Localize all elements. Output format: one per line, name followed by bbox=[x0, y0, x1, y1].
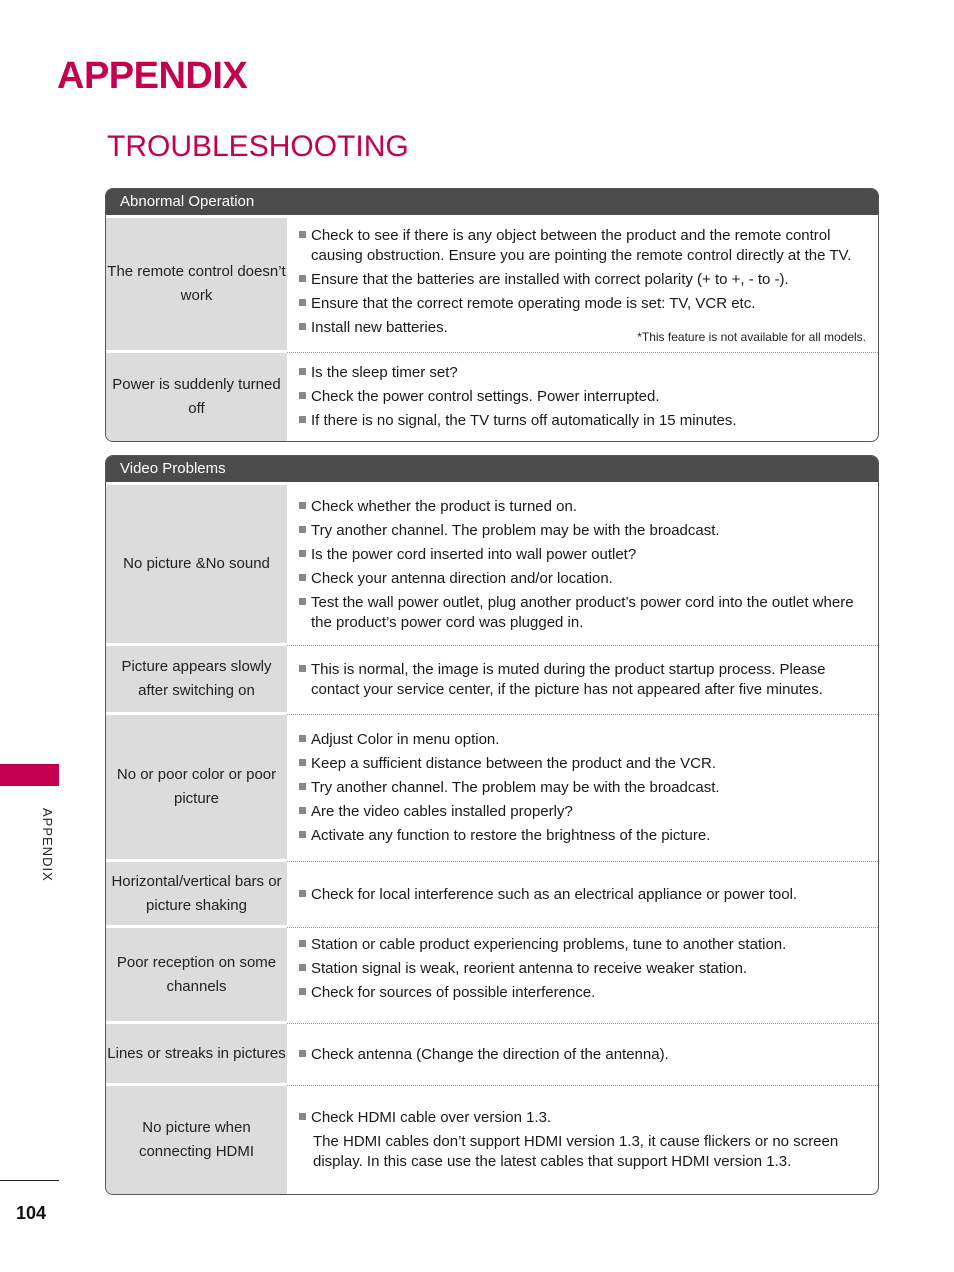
square-bullet-icon bbox=[299, 275, 306, 282]
square-bullet-icon bbox=[299, 526, 306, 533]
footnote: *This feature is not available for all m… bbox=[637, 330, 866, 344]
solution-item: Station signal is weak, reorient antenna… bbox=[299, 959, 868, 979]
square-bullet-icon bbox=[299, 368, 306, 375]
solution-item: Ensure that the batteries are installed … bbox=[299, 270, 868, 290]
solution-item: Adjust Color in menu option. bbox=[299, 730, 868, 750]
table-row: Lines or streaks in pictures Check anten… bbox=[106, 1024, 878, 1086]
video-problems-panel: Video Problems No picture &No sound Chec… bbox=[105, 455, 879, 1195]
square-bullet-icon bbox=[299, 665, 306, 672]
table-row: Poor reception on some channels Station … bbox=[106, 928, 878, 1024]
square-bullet-icon bbox=[299, 889, 306, 897]
square-bullet-icon bbox=[299, 988, 306, 995]
solution-item: Check antenna (Change the direction of t… bbox=[299, 1045, 868, 1065]
solution-list: Is the sleep timer set? Check the power … bbox=[287, 353, 878, 441]
square-bullet-icon bbox=[299, 1113, 306, 1120]
solution-item: Are the video cables installed properly? bbox=[299, 802, 868, 822]
solution-item: Check for sources of possible interferen… bbox=[299, 983, 868, 1003]
abnormal-operation-panel: Abnormal Operation The remote control do… bbox=[105, 188, 879, 442]
solution-note: The HDMI cables don’t support HDMI versi… bbox=[313, 1133, 839, 1170]
solution-list: Check antenna (Change the direction of t… bbox=[287, 1024, 878, 1086]
solution-item: Activate any function to restore the bri… bbox=[299, 826, 868, 846]
square-bullet-icon bbox=[299, 392, 306, 399]
solution-item: Is the sleep timer set? bbox=[299, 363, 868, 383]
square-bullet-icon bbox=[299, 574, 306, 581]
solution-item: Try another channel. The problem may be … bbox=[299, 521, 868, 541]
square-bullet-icon bbox=[299, 550, 306, 557]
solution-item: Test the wall power outlet, plug another… bbox=[299, 593, 868, 633]
divider bbox=[0, 1180, 59, 1181]
square-bullet-icon bbox=[299, 1049, 306, 1057]
square-bullet-icon bbox=[299, 231, 306, 238]
problem-label: Poor reception on some channels bbox=[106, 928, 287, 1024]
square-bullet-icon bbox=[299, 323, 306, 330]
solution-list: This is normal, the image is muted durin… bbox=[287, 646, 878, 715]
solution-list: Check whether the product is turned on. … bbox=[287, 485, 878, 646]
solution-item: Check for local interference such as an … bbox=[299, 885, 868, 905]
table-row: No picture &No sound Check whether the p… bbox=[106, 485, 878, 646]
page-title: APPENDIX bbox=[57, 55, 248, 97]
solution-item: Check your antenna direction and/or loca… bbox=[299, 569, 868, 589]
square-bullet-icon bbox=[299, 735, 306, 742]
solution-list: Station or cable product experiencing pr… bbox=[287, 928, 878, 1024]
problem-label: No picture &No sound bbox=[106, 485, 287, 646]
solution-item: Keep a sufficient distance between the p… bbox=[299, 754, 868, 774]
solution-list: Check for local interference such as an … bbox=[287, 862, 878, 928]
solution-item: Check the power control settings. Power … bbox=[299, 387, 868, 407]
solution-item: Check whether the product is turned on. bbox=[299, 497, 868, 517]
solution-item: Station or cable product experiencing pr… bbox=[299, 935, 868, 955]
problem-label: Horizontal/vertical bars or picture shak… bbox=[106, 862, 287, 928]
problem-label: The remote control doesn’t work bbox=[106, 218, 287, 353]
solution-list: Check to see if there is any object betw… bbox=[287, 218, 878, 353]
table-row: No or poor color or poor picture Adjust … bbox=[106, 715, 878, 862]
square-bullet-icon bbox=[299, 940, 306, 947]
square-bullet-icon bbox=[299, 807, 306, 814]
panel-header: Video Problems bbox=[106, 456, 878, 485]
square-bullet-icon bbox=[299, 299, 306, 306]
page-number: 104 bbox=[16, 1203, 47, 1223]
square-bullet-icon bbox=[299, 502, 306, 509]
solution-item: Check HDMI cable over version 1.3. bbox=[299, 1108, 868, 1128]
square-bullet-icon bbox=[299, 598, 306, 605]
problem-label: No picture when connecting HDMI bbox=[106, 1086, 287, 1194]
square-bullet-icon bbox=[299, 759, 306, 766]
table-row: The remote control doesn’t work Check to… bbox=[106, 218, 878, 353]
solution-item: Check to see if there is any object betw… bbox=[299, 226, 868, 266]
problem-label: Lines or streaks in pictures bbox=[106, 1024, 287, 1086]
square-bullet-icon bbox=[299, 831, 306, 838]
side-section-label: APPENDIX bbox=[40, 808, 55, 882]
table-row: Power is suddenly turned off Is the slee… bbox=[106, 353, 878, 441]
table-row: Picture appears slowly after switching o… bbox=[106, 646, 878, 715]
solution-item: Ensure that the correct remote operating… bbox=[299, 294, 868, 314]
table-row: Horizontal/vertical bars or picture shak… bbox=[106, 862, 878, 928]
problem-label: No or poor color or poor picture bbox=[106, 715, 287, 862]
solution-item: Try another channel. The problem may be … bbox=[299, 778, 868, 798]
section-title: TROUBLESHOOTING bbox=[107, 130, 409, 163]
square-bullet-icon bbox=[299, 783, 306, 790]
square-bullet-icon bbox=[299, 964, 306, 971]
solution-item: If there is no signal, the TV turns off … bbox=[299, 411, 868, 431]
solution-list: Check HDMI cable over version 1.3. The H… bbox=[287, 1086, 878, 1194]
table-row: No picture when connecting HDMI Check HD… bbox=[106, 1086, 878, 1194]
section-tab-marker bbox=[0, 764, 59, 786]
problem-label: Power is suddenly turned off bbox=[106, 353, 287, 441]
solution-item: Is the power cord inserted into wall pow… bbox=[299, 545, 868, 565]
square-bullet-icon bbox=[299, 416, 306, 423]
panel-header: Abnormal Operation bbox=[106, 189, 878, 218]
solution-list: Adjust Color in menu option. Keep a suff… bbox=[287, 715, 878, 862]
solution-item: This is normal, the image is muted durin… bbox=[299, 660, 868, 700]
problem-label: Picture appears slowly after switching o… bbox=[106, 646, 287, 715]
